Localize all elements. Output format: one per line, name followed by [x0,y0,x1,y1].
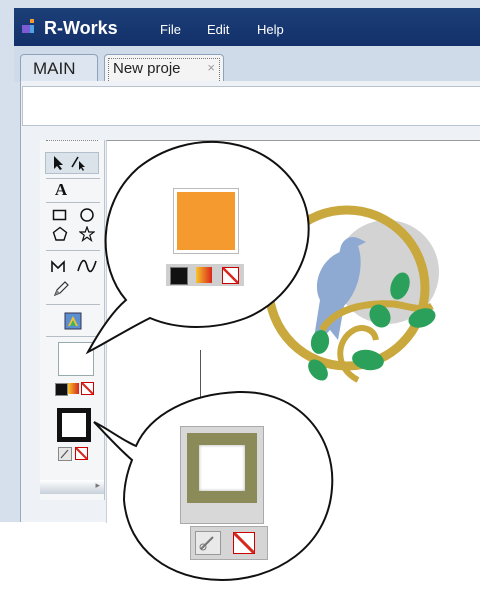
stroke-swatch-zoomed[interactable] [187,433,257,503]
stroke-swatch-center [199,445,245,491]
gradient-fill-icon[interactable] [196,267,212,283]
none-icon[interactable] [222,267,239,284]
fill-swatch-zoomed[interactable] [173,188,239,254]
none-icon[interactable] [233,532,255,554]
solid-fill-icon[interactable] [170,267,188,285]
stroke-mode-row [190,526,268,560]
swap-icon[interactable] [195,531,221,555]
fill-mode-row [166,264,244,286]
